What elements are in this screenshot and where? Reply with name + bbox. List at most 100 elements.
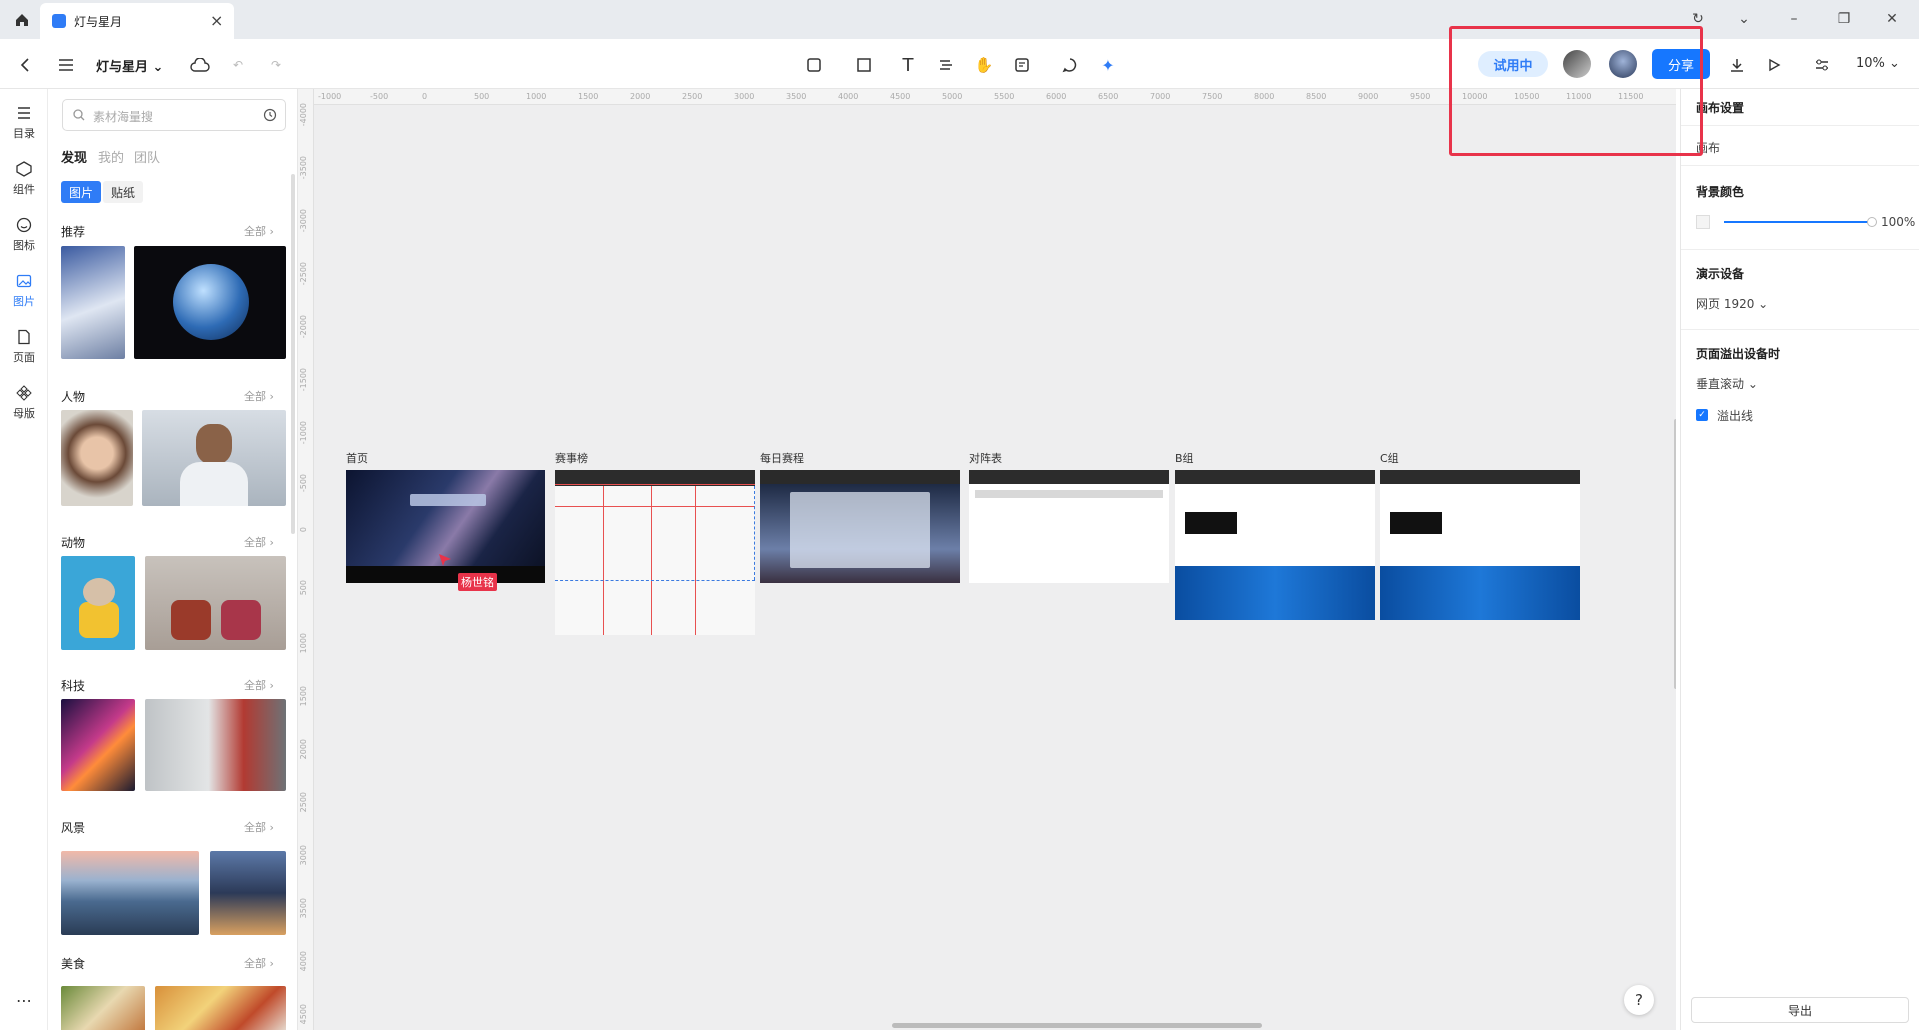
ruler-tick-label: 1000 [526, 92, 547, 101]
image-thumb-doctor[interactable] [142, 410, 286, 506]
text-tool-icon[interactable]: T [896, 53, 920, 77]
view-all-link[interactable]: 全部 › [244, 388, 274, 404]
rail-item-components[interactable]: 组件 [0, 159, 48, 197]
frame-label-group-b[interactable]: B组 [1175, 450, 1194, 466]
rail-item-outline[interactable]: 目录 [0, 103, 48, 141]
image-thumb-salad[interactable] [61, 986, 145, 1030]
help-button[interactable]: ? [1624, 985, 1654, 1015]
view-all-link[interactable]: 全部 › [244, 819, 274, 835]
ruler-tick-label: 500 [299, 580, 308, 596]
more-icon[interactable]: ⋯ [0, 991, 48, 1010]
ruler-tick-label: -2000 [299, 315, 308, 339]
tab-mine[interactable]: 我的 [98, 147, 124, 166]
ruler-tick-label: 3500 [299, 898, 308, 919]
rail-item-pages[interactable]: 页面 [0, 327, 48, 365]
device-value: 网页 1920 [1696, 297, 1755, 311]
view-all-link[interactable]: 全部 › [244, 534, 274, 550]
frame-label-bracket[interactable]: 对阵表 [969, 450, 1002, 466]
ruler-tick-label: -1000 [299, 421, 308, 445]
frame-label-home[interactable]: 首页 [346, 450, 368, 466]
ai-sparkle-icon[interactable]: ✦ [1096, 53, 1120, 77]
image-thumb-woman[interactable] [61, 410, 133, 506]
view-all-link[interactable]: 全部 › [244, 677, 274, 693]
category-title: 推荐 [61, 225, 86, 239]
close-window-icon[interactable]: ✕ [1872, 6, 1912, 32]
undo-icon[interactable]: ↶ [226, 53, 250, 77]
chip-stickers[interactable]: 贴纸 [103, 181, 144, 203]
minimize-icon[interactable]: – [1774, 6, 1814, 32]
view-all-link[interactable]: 全部 › [244, 223, 274, 239]
chip-images[interactable]: 图片 [61, 181, 102, 203]
redo-icon[interactable]: ↷ [264, 53, 288, 77]
frame-tool-icon[interactable] [802, 53, 826, 77]
document-tab[interactable]: 灯与星月 × [40, 3, 234, 39]
image-thumb-street[interactable] [210, 851, 286, 935]
image-thumb-subway[interactable] [145, 699, 286, 791]
image-thumb-earth[interactable] [134, 246, 286, 359]
ruler-tick-label: 7500 [1202, 92, 1223, 101]
overflow-title: 页面溢出设备时 [1696, 347, 1781, 361]
vertical-scrollbar[interactable] [1674, 419, 1676, 689]
opacity-value[interactable]: 100% [1881, 215, 1915, 229]
design-canvas[interactable]: -1000 -500 0 500 1000 1500 2000 2500 3000 3500 400… [298, 89, 1676, 1030]
comment-tool-icon[interactable] [1058, 53, 1082, 77]
history-icon[interactable] [263, 108, 277, 122]
opacity-slider[interactable] [1724, 221, 1870, 223]
project-name[interactable]: 灯与星月 ⌄ [96, 56, 163, 75]
frame-label-group-c[interactable]: C组 [1380, 450, 1399, 466]
ruler-tick-label: 2500 [682, 92, 703, 101]
tab-title: 灯与星月 [74, 15, 123, 29]
menu-icon[interactable] [54, 53, 78, 77]
frame-label-schedule[interactable]: 每日赛程 [760, 450, 804, 466]
home-icon[interactable] [8, 8, 36, 32]
frame-bracket[interactable] [969, 470, 1169, 583]
panel-scrollbar[interactable] [291, 174, 295, 534]
tab-discover[interactable]: 发现 [61, 147, 87, 166]
settings-sliders-icon[interactable] [1810, 53, 1834, 77]
frame-group-b[interactable] [1175, 470, 1375, 620]
image-thumb-cat[interactable] [61, 246, 125, 359]
connector-tool-icon[interactable] [934, 53, 958, 77]
rail-item-images[interactable]: 图片 [0, 271, 48, 309]
tab-close-icon[interactable]: × [210, 11, 223, 30]
image-thumb-dogs[interactable] [145, 556, 286, 650]
rail-item-master[interactable]: 母版 [0, 383, 48, 421]
play-icon[interactable] [1762, 53, 1786, 77]
cloud-sync-icon[interactable] [188, 53, 212, 77]
frame-label-rankings[interactable]: 赛事榜 [555, 450, 588, 466]
ruler-tick-label: -3000 [299, 209, 308, 233]
search-input[interactable]: 素材海量搜 [62, 99, 286, 131]
image-thumb-burger[interactable] [155, 986, 286, 1030]
image-thumb-city[interactable] [61, 851, 199, 935]
image-thumb-dog[interactable] [61, 556, 135, 650]
rail-label: 页面 [13, 351, 35, 364]
ruler-tick-label: -1500 [299, 368, 308, 392]
image-thumb-laptop[interactable] [61, 699, 135, 791]
opacity-slider-handle[interactable] [1867, 217, 1877, 227]
frame-schedule[interactable] [760, 470, 960, 583]
note-tool-icon[interactable] [1010, 53, 1034, 77]
overflow-line-checkbox[interactable]: ✓ [1696, 409, 1708, 421]
download-icon[interactable] [1725, 53, 1749, 77]
view-all-link[interactable]: 全部 › [244, 955, 274, 971]
ruler-tick-label: 8000 [1254, 92, 1275, 101]
tab-team[interactable]: 团队 [134, 147, 160, 166]
zoom-level[interactable]: 10% ⌄ [1856, 56, 1900, 71]
chevron-down-icon[interactable]: ⌄ [1724, 6, 1764, 32]
overflow-select[interactable]: 垂直滚动 ⌄ [1696, 375, 1758, 392]
hand-tool-icon[interactable]: ✋ [972, 53, 996, 77]
frame-group-c[interactable] [1380, 470, 1580, 620]
export-button[interactable]: 导出 [1691, 997, 1909, 1023]
ruler-tick-label: 0 [299, 527, 308, 533]
image-icon [14, 271, 34, 291]
back-icon[interactable] [14, 53, 38, 77]
category-title: 科技 [61, 679, 86, 693]
restore-icon[interactable]: ❐ [1824, 6, 1864, 32]
search-icon [73, 109, 85, 121]
rectangle-tool-icon[interactable] [852, 53, 876, 77]
frame-rankings[interactable] [555, 470, 755, 635]
horizontal-scrollbar[interactable] [892, 1023, 1262, 1028]
device-select[interactable]: 网页 1920 ⌄ [1696, 295, 1768, 312]
rail-item-icons[interactable]: 图标 [0, 215, 48, 253]
bg-color-swatch[interactable] [1696, 215, 1710, 229]
